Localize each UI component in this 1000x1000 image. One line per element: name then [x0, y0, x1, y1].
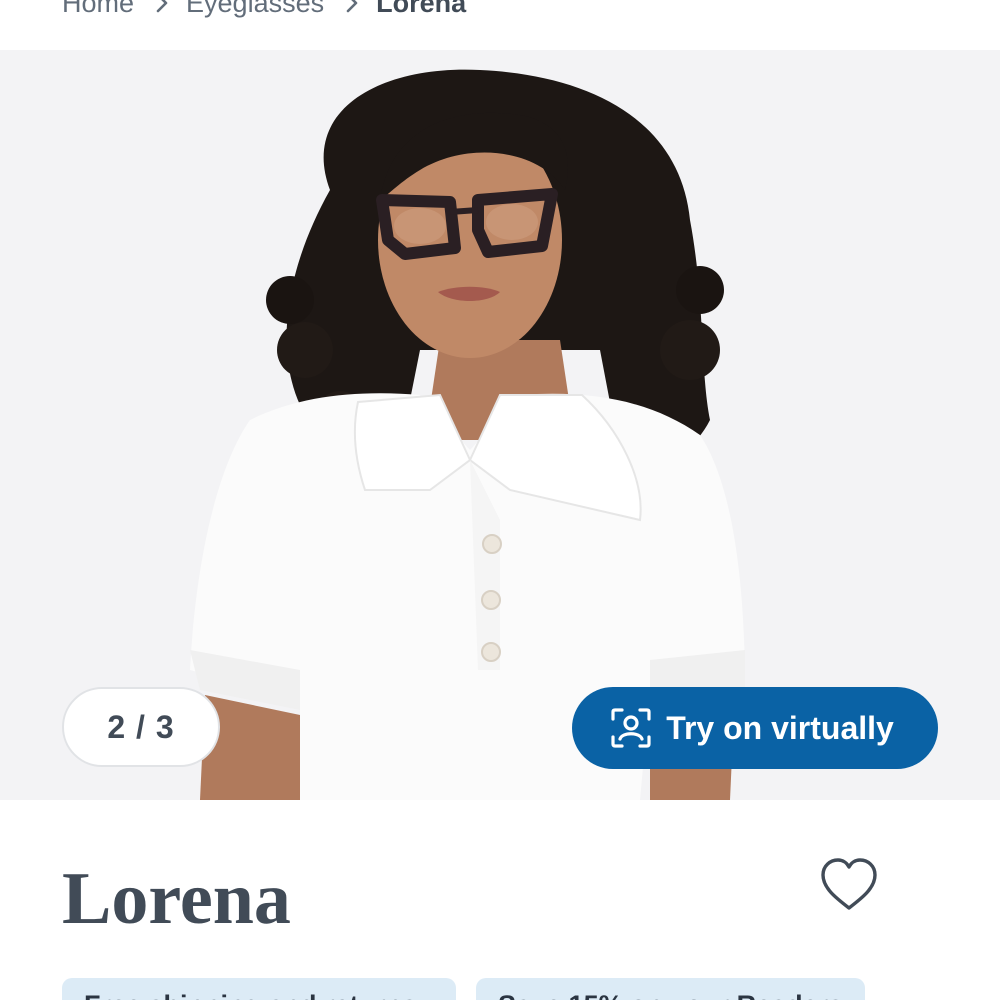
product-title: Lorena [62, 858, 291, 940]
chevron-right-icon [152, 0, 172, 13]
breadcrumb-eyeglasses-link[interactable]: Eyeglasses [186, 0, 324, 19]
promo-chip-readers: Save 15% on your Readers [476, 978, 865, 1000]
chevron-right-icon [342, 0, 362, 13]
breadcrumb: Home Eyeglasses Lorena [62, 0, 466, 20]
try-on-virtually-button[interactable]: Try on virtually [572, 687, 938, 769]
product-image-gallery[interactable]: 2 / 3 Try on virtually [0, 50, 1000, 800]
favorite-button[interactable] [818, 856, 880, 914]
promo-chip-label: Free shipping and returns [84, 990, 417, 1000]
try-on-label: Try on virtually [666, 709, 894, 746]
face-scan-icon [610, 707, 652, 749]
promo-chip-label: Save 15% on your Readers [498, 990, 843, 1000]
heart-icon [821, 858, 877, 910]
promo-chip-shipping: Free shipping and returns [62, 978, 456, 1000]
image-counter: 2 / 3 [62, 687, 220, 767]
product-page: Home Eyeglasses Lorena 2 / 3 Try on virt… [0, 0, 1000, 1000]
breadcrumb-current: Lorena [376, 0, 467, 18]
breadcrumb-home-link[interactable]: Home [62, 0, 134, 19]
